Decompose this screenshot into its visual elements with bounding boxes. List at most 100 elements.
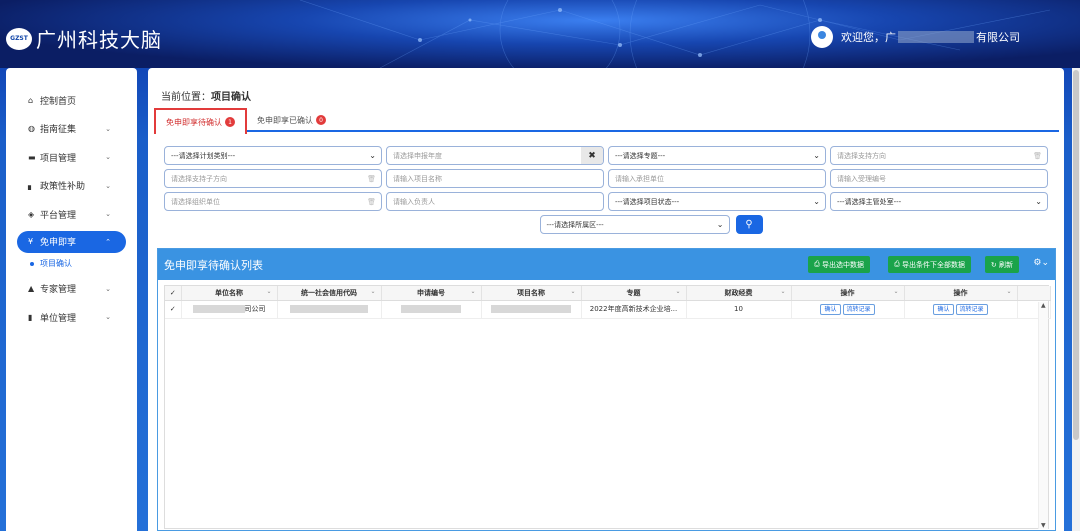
cell-funding: 10 (686, 300, 792, 319)
sidebar-item-label: 政策性补助 (40, 182, 86, 193)
select-all-checkbox[interactable]: ✓ (165, 286, 182, 301)
breadcrumb-current: 项目确认 (211, 92, 251, 103)
main-content: 当前位置：项目确认 免申即享待确认 1 免申即享已确认 0 ---请选择计划类别… (148, 68, 1064, 531)
tab-bar: 免申即享待确认 1 免申即享已确认 0 (154, 108, 1059, 134)
refresh-button[interactable]: ↻ 刷新 (984, 256, 1019, 273)
sidebar-item-dashboard[interactable]: ⌂ 控制首页 (6, 86, 137, 115)
year-select[interactable]: 请选择申报年度 ✖ (386, 146, 604, 165)
scroll-down-icon[interactable]: ▼ (1041, 522, 1046, 529)
redacted-text (491, 305, 571, 313)
table-row[interactable]: ✓ 司公司 2022年度高新技术企业培... 10 确认 流转记录 确认 流转记录 (165, 300, 1051, 319)
scroll-up-icon[interactable]: ▲ (1041, 302, 1046, 309)
sidebar-item-units[interactable]: ▮ 单位管理 ⌄ (6, 303, 137, 332)
table-scrollbar[interactable]: ▲ ▼ (1038, 302, 1048, 529)
col-topic[interactable]: 专题 ⌄ (581, 286, 687, 301)
leader-input[interactable]: 请输入负责人 (386, 192, 604, 211)
clear-icon[interactable]: ✖ (581, 147, 603, 164)
panel-title: 免申即享待确认列表 (164, 258, 263, 272)
top-header: GZST 广州科技大脑 欢迎您，广 有限公司 (0, 0, 1080, 68)
sidebar-item-platform[interactable]: ◈ 平台管理 ⌄ (6, 200, 137, 229)
folder-icon: ▬ (28, 152, 36, 162)
flow-log-button[interactable]: 流转记录 (955, 303, 988, 315)
sidebar-item-label: 专家管理 (40, 285, 77, 296)
sub-direction-select[interactable]: 请选择支持子方向 🗑 (164, 169, 382, 188)
gear-icon[interactable]: ⚙⌄ (1033, 258, 1049, 268)
chevron-down-icon: ⌄ (813, 151, 820, 160)
cell-topic: 2022年度高新技术企业培... (581, 300, 687, 319)
chevron-down-icon: ⌄ (105, 284, 111, 293)
sidebar-item-label: 控制首页 (40, 96, 77, 107)
project-name-input[interactable]: 请输入项目名称 (386, 169, 604, 188)
home-icon: ⌂ (28, 95, 34, 105)
district-select[interactable]: ---请选择所属区--- ⌄ (539, 215, 730, 234)
search-button[interactable]: ⚲ (735, 215, 763, 234)
cell-project-name (481, 300, 582, 319)
count-badge: 1 (225, 117, 235, 127)
col-funding[interactable]: 财政经费 ⌄ (686, 286, 792, 301)
sidebar-item-experts[interactable]: ▲ 专家管理 ⌄ (6, 275, 137, 304)
panel-header: 免申即享待确认列表 ⎙ 导出选中数据 ⎙ 导出条件下全部数据 ↻ 刷新 ⚙⌄ (158, 249, 1055, 280)
col-project-name[interactable]: 项目名称 ⌄ (481, 286, 582, 301)
bar-chart-icon: ▖ (28, 181, 35, 191)
yen-icon: ¥ (28, 237, 34, 246)
cube-icon: ◈ (28, 209, 35, 219)
trash-icon[interactable]: 🗑 (1033, 152, 1042, 160)
plan-category-select[interactable]: ---请选择计划类别--- ⌄ (164, 146, 382, 165)
chevron-down-icon: ⌄ (1035, 197, 1042, 206)
tab-confirmed[interactable]: 免申即享已确认 0 (247, 108, 336, 132)
acceptance-number-input[interactable]: 请输入受理编号 (830, 169, 1048, 188)
sidebar-subitem-project-confirm[interactable]: 项目确认 (6, 253, 137, 275)
confirm-button[interactable]: 确认 (820, 303, 841, 315)
globe-icon: ◍ (28, 124, 35, 134)
undertaking-unit-input[interactable]: 请输入承担单位 (608, 169, 826, 188)
sidebar-item-projects[interactable]: ▬ 项目管理 ⌄ (6, 143, 137, 172)
sidebar-item-label: 平台管理 (40, 210, 77, 221)
tab-pending[interactable]: 免申即享待确认 1 (154, 108, 247, 134)
confirm-button[interactable]: 确认 (933, 303, 954, 315)
avatar[interactable] (811, 26, 833, 48)
sidebar-item-label: 免申即享 (40, 238, 77, 248)
chevron-down-icon: ⌄ (813, 197, 820, 206)
export-selected-button[interactable]: ⎙ 导出选中数据 (808, 256, 870, 273)
sidebar-item-label: 单位管理 (40, 313, 77, 324)
chevron-down-icon: ⌄ (105, 181, 111, 190)
department-select[interactable]: ---请选择主管处室--- ⌄ (830, 192, 1048, 211)
graduation-cap-icon: ▲ (28, 284, 35, 294)
sidebar-item-guide[interactable]: ◍ 指南征集 ⌄ (6, 115, 137, 144)
company-suffix: 有限公司 (976, 31, 1020, 44)
col-credit-code[interactable]: 统一社会信用代码 ⌄ (277, 286, 382, 301)
breadcrumb-prefix: 当前位置： (161, 92, 211, 103)
trash-icon[interactable]: 🗑 (367, 198, 376, 206)
print-icon: ⎙ (894, 260, 902, 268)
col-action-2[interactable]: 操作 ⌄ (904, 286, 1018, 301)
logo-mark: GZST (6, 27, 32, 50)
flow-log-button[interactable]: 流转记录 (842, 303, 875, 315)
search-icon: ⚲ (745, 219, 753, 230)
sidebar-subitem-label: 项目确认 (40, 259, 72, 268)
app-title: 广州科技大脑 (36, 28, 162, 52)
chevron-up-icon: ⌃ (105, 237, 111, 246)
user-menu[interactable]: 欢迎您，广 有限公司 (811, 26, 1020, 48)
topic-select[interactable]: ---请选择专题--- ⌄ (608, 146, 826, 165)
col-action-1[interactable]: 操作 ⌄ (791, 286, 905, 301)
chevron-down-icon: ⌄ (105, 313, 111, 322)
chevron-down-icon: ⌄ (716, 220, 724, 229)
export-all-button[interactable]: ⎙ 导出条件下全部数据 (888, 256, 971, 273)
redacted-name (898, 31, 974, 43)
page-scrollbar[interactable] (1072, 68, 1080, 531)
sidebar-item-subsidy[interactable]: ▖ 政策性补助 ⌄ (6, 172, 137, 201)
sidebar-item-exempt[interactable]: ¥ 免申即享 ⌃ (17, 230, 126, 253)
col-application-no[interactable]: 申请编号 ⌄ (381, 286, 482, 301)
redacted-text (290, 305, 368, 313)
row-checkbox[interactable]: ✓ (165, 300, 182, 319)
logo[interactable]: GZST 广州科技大脑 (6, 24, 162, 53)
col-unit-name[interactable]: 单位名称 ⌄ (181, 286, 278, 301)
chevron-down-icon: ⌄ (105, 153, 111, 162)
building-icon: ▮ (28, 312, 33, 322)
trash-icon[interactable]: 🗑 (367, 175, 376, 183)
project-status-select[interactable]: ---请选择项目状态--- ⌄ (608, 192, 826, 211)
support-direction-select[interactable]: 请选择支持方向 🗑 (830, 146, 1048, 165)
org-unit-select[interactable]: 请选择组织单位 🗑 (164, 192, 382, 211)
sidebar-item-label: 项目管理 (40, 153, 77, 164)
scroll-thumb[interactable] (1073, 70, 1079, 440)
